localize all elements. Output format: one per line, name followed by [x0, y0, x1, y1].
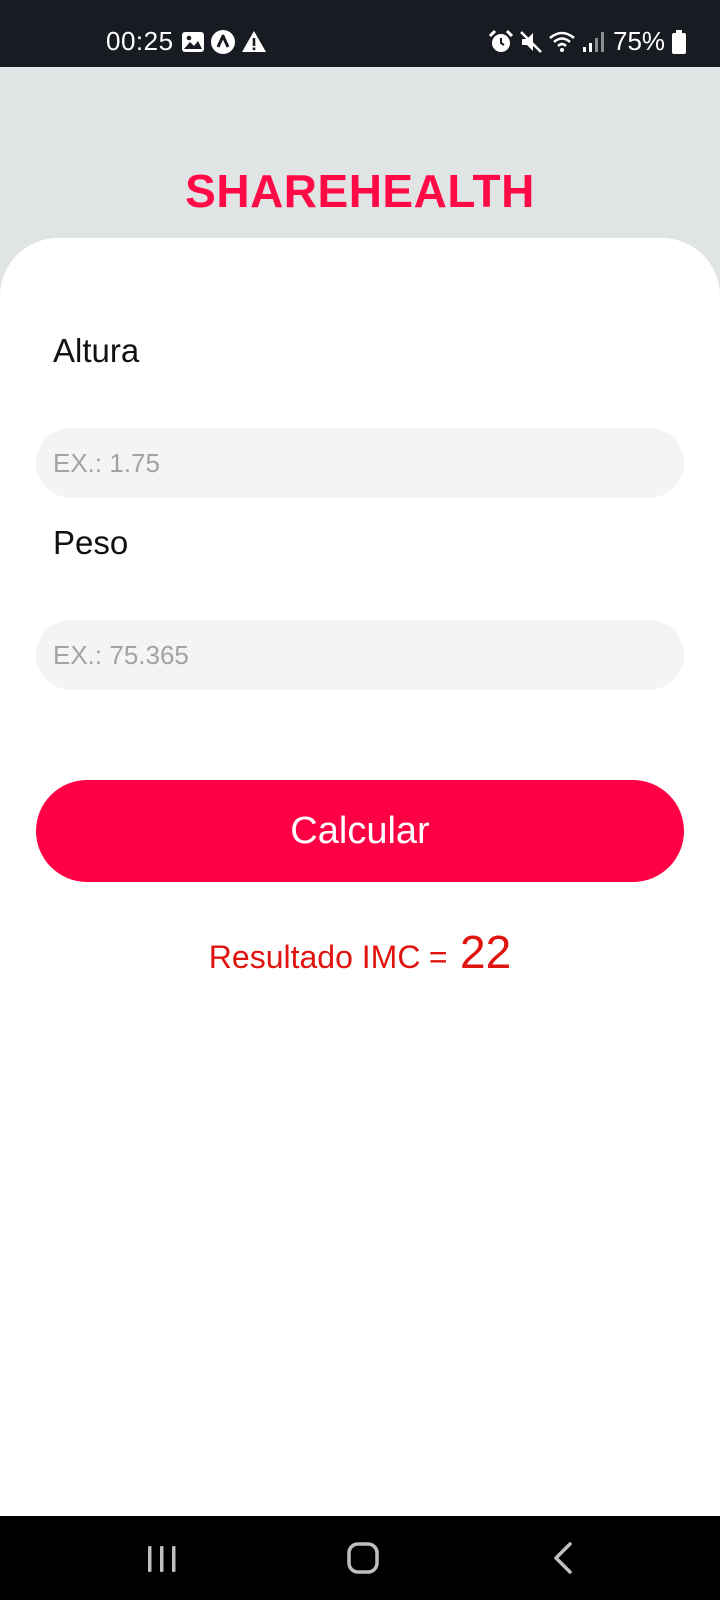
height-input[interactable] [36, 428, 684, 498]
mute-icon [520, 31, 542, 53]
battery-percentage: 75% [613, 26, 666, 56]
warning-icon [242, 31, 266, 52]
wifi-icon [549, 31, 575, 52]
weight-label: Peso [53, 524, 129, 561]
result-label: Resultado IMC [208, 939, 421, 975]
gallery-icon [182, 32, 204, 52]
alarm-icon [488, 29, 514, 52]
app-title: SHAREHEALTH [185, 165, 535, 217]
result-value: 22 [460, 926, 512, 978]
battery-icon [672, 30, 686, 54]
signal-icon [583, 32, 604, 52]
calculate-button[interactable]: Calcular [36, 780, 684, 882]
result-equals: = [428, 939, 448, 975]
height-label: Altura [53, 332, 140, 369]
back-icon[interactable] [534, 1534, 594, 1582]
weight-input[interactable] [36, 620, 684, 690]
status-time: 00:25 [106, 26, 174, 56]
navigation-bar [0, 1516, 720, 1600]
recent-apps-icon[interactable] [132, 1534, 192, 1582]
home-icon[interactable] [332, 1534, 392, 1582]
status-bar: 00:25 75% [0, 0, 720, 67]
bmi-result: Resultado IMC = 22 [0, 925, 720, 979]
app-notification-icon [211, 30, 235, 54]
